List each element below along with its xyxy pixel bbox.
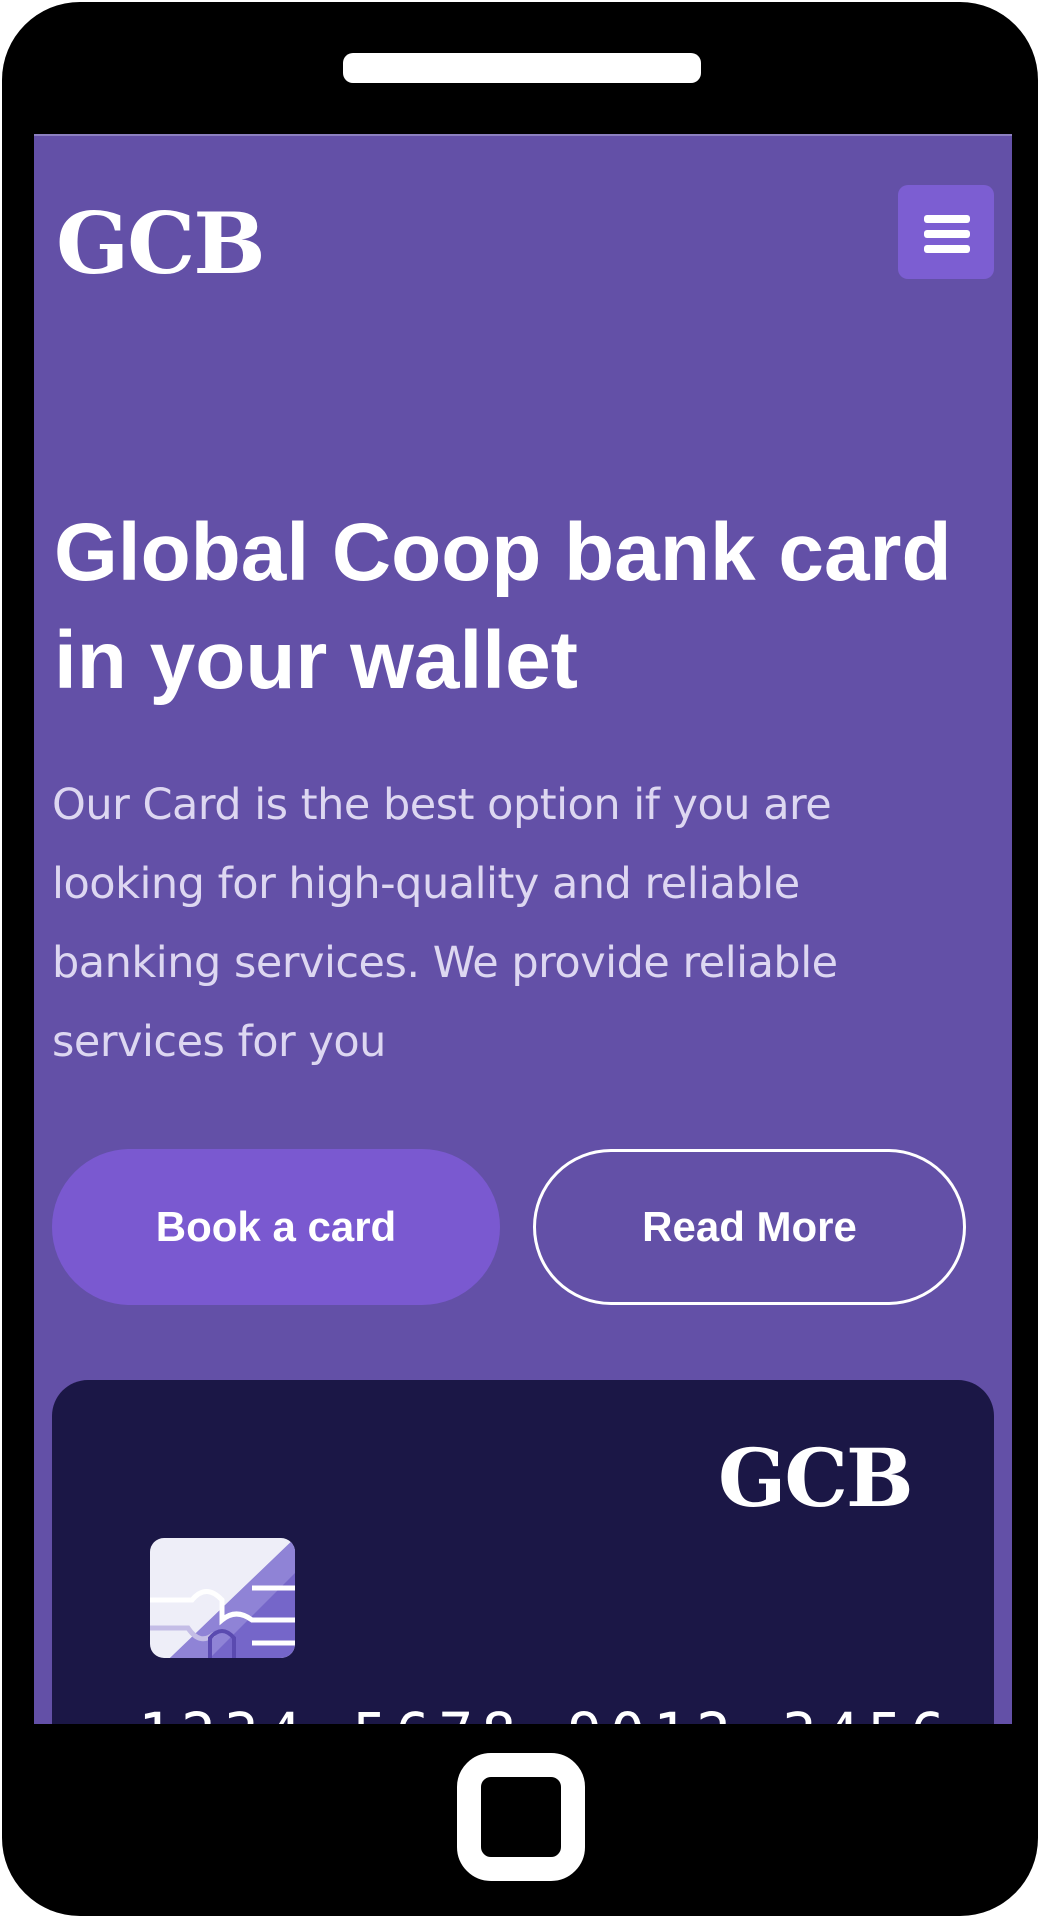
phone-speaker bbox=[343, 53, 701, 83]
bank-card: GCB 1234 5678 9012 3456 bbox=[52, 1380, 994, 1724]
hero-title: Global Coop bank card in your wallet bbox=[54, 507, 952, 706]
read-more-button[interactable]: Read More bbox=[533, 1149, 966, 1305]
hamburger-menu-icon-bar bbox=[924, 230, 970, 238]
app-screen: GCB Global Coop bank card in your wallet… bbox=[34, 134, 1012, 1724]
phone-frame: GCB Global Coop bank card in your wallet… bbox=[2, 2, 1038, 1916]
header-logo[interactable]: GCB bbox=[56, 202, 266, 286]
home-button[interactable] bbox=[457, 1753, 585, 1881]
book-a-card-button[interactable]: Book a card bbox=[52, 1149, 500, 1305]
hero-description: Our Card is the best option if you are l… bbox=[52, 780, 838, 1067]
card-chip-icon bbox=[150, 1538, 295, 1658]
menu-button[interactable] bbox=[898, 185, 994, 279]
hamburger-menu-icon bbox=[924, 215, 970, 223]
hamburger-menu-icon-bar bbox=[924, 245, 970, 253]
screen-top-edge bbox=[34, 134, 1012, 136]
card-number: 1234 5678 9012 3456 bbox=[138, 1700, 953, 1724]
card-logo: GCB bbox=[718, 1431, 914, 1525]
